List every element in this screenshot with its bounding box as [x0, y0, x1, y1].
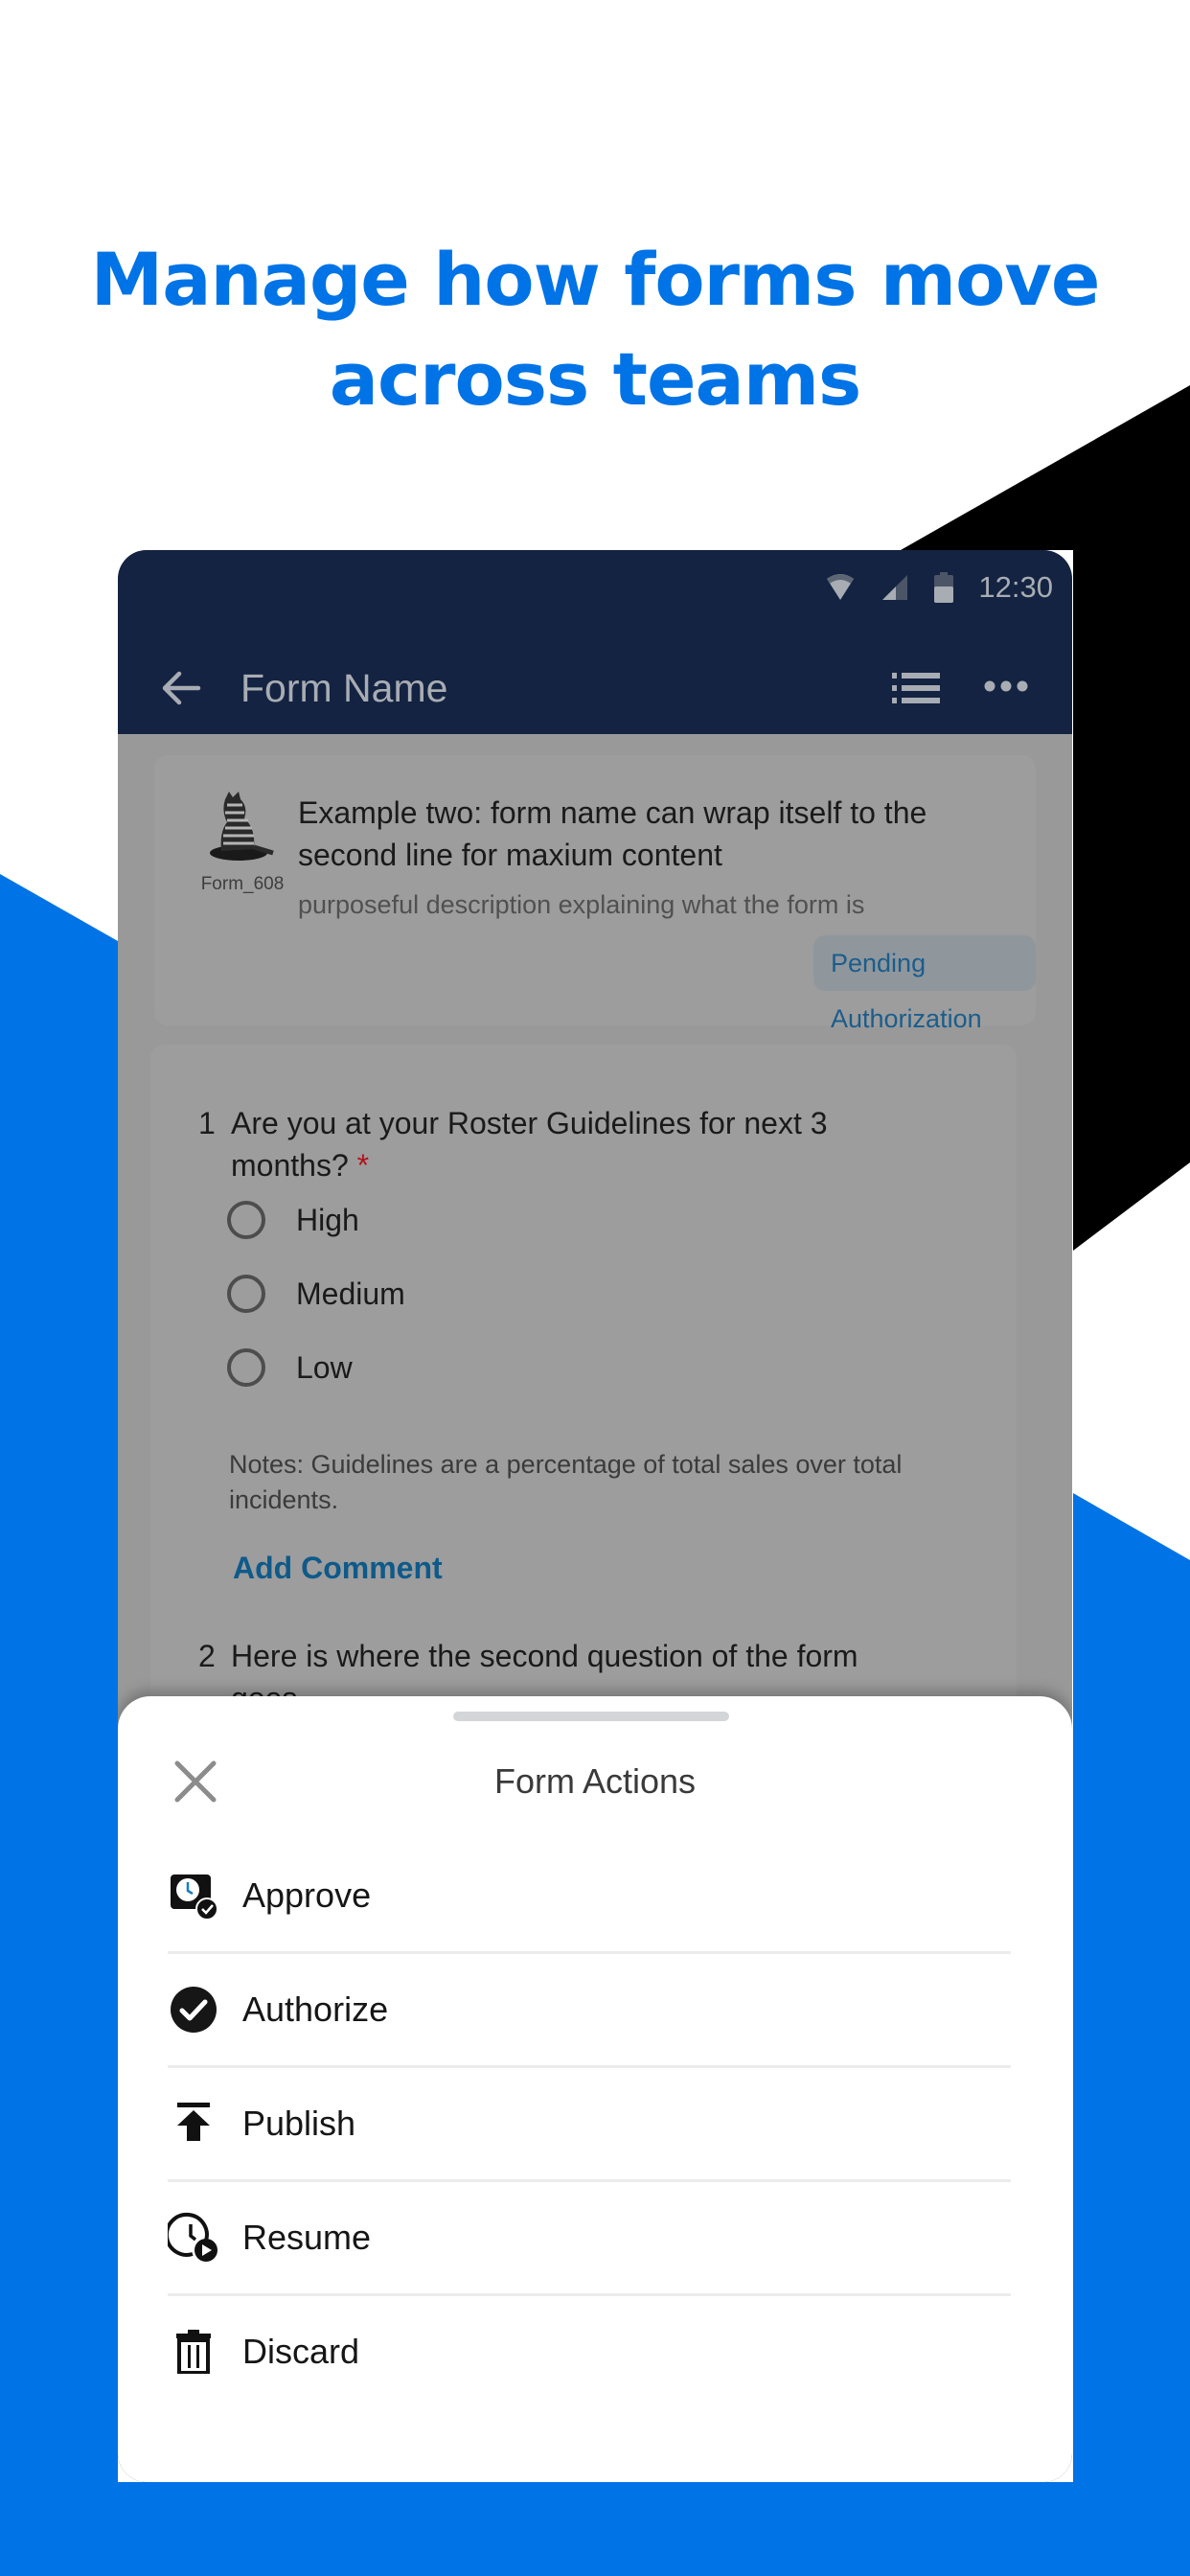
signal-icon [881, 573, 909, 602]
question-number: 2 [198, 1639, 216, 1673]
list-view-button[interactable] [892, 671, 940, 705]
required-marker: * [356, 1148, 370, 1183]
trash-icon [168, 2326, 219, 2378]
more-horizontal-icon [984, 680, 1028, 692]
sheet-title: Form Actions [493, 1761, 697, 1801]
status-time: 12:30 [978, 570, 1053, 604]
action-label: Approve [242, 1875, 372, 1915]
form-actions-sheet: Form Actions Approve Authorize Publish R… [118, 1696, 1072, 2482]
question-number: 1 [198, 1106, 216, 1140]
more-options-button[interactable] [984, 675, 1028, 698]
zebra-image [210, 792, 274, 861]
form-title: Example two: form name can wrap itself t… [298, 795, 927, 872]
headline: Manage how forms move across teams [0, 230, 1190, 429]
arrow-left-icon [162, 671, 201, 705]
form-avatar [204, 790, 281, 866]
action-approve[interactable]: Approve [168, 1840, 1011, 1954]
actions-list: Approve Authorize Publish Resume Discard [168, 1840, 1011, 2407]
radio-label: Low [296, 1349, 353, 1385]
status-badge: Pending Authorization [813, 935, 1036, 1033]
action-label: Publish [242, 2104, 356, 2143]
page-title: Form Name [240, 666, 448, 710]
radio-button[interactable] [227, 1348, 265, 1387]
status-bar: 12:30 [825, 564, 1053, 611]
form-summary-card[interactable]: Form_608 Example two: form name can wrap… [154, 755, 1036, 1033]
radio-label: Medium [296, 1276, 405, 1311]
radio-option-medium[interactable]: Medium [227, 1270, 405, 1318]
radio-button[interactable] [227, 1201, 265, 1239]
app-bar: 12:30 Form Name [118, 550, 1072, 734]
back-button[interactable] [158, 665, 204, 711]
radio-option-low[interactable]: Low [227, 1344, 353, 1392]
action-label: Resume [242, 2218, 372, 2257]
form-description: purposeful description explaining what t… [298, 890, 865, 919]
list-icon [892, 673, 940, 703]
sheet-drag-handle[interactable] [453, 1712, 729, 1721]
blue-left-shape [0, 874, 118, 2576]
action-resume[interactable]: Resume [168, 2182, 1011, 2296]
publish-arrow-up-icon [168, 2098, 219, 2150]
blue-bottom-band [0, 2482, 1190, 2576]
battery-icon [934, 572, 954, 603]
approve-clock-check-icon [168, 1870, 219, 1921]
clock-play-icon [168, 2212, 219, 2264]
question-text: Are you at your Roster Guidelines for ne… [231, 1102, 902, 1186]
headline-line-2: across teams [329, 336, 862, 422]
check-circle-icon [168, 1984, 219, 2036]
toolbar: Form Name [118, 642, 1072, 734]
question-notes: Notes: Guidelines are a percentage of to… [229, 1450, 903, 1514]
action-discard[interactable]: Discard [168, 2296, 1011, 2407]
headline-line-1: Manage how forms move [90, 237, 1101, 322]
phone-screen: 12:30 Form Name Form_608 Example two: fo… [118, 550, 1072, 2482]
radio-label: High [296, 1202, 359, 1237]
action-label: Authorize [242, 1990, 389, 2029]
action-authorize[interactable]: Authorize [168, 1954, 1011, 2068]
add-comment-link[interactable]: Add Comment [233, 1551, 443, 1586]
wifi-icon [825, 573, 856, 602]
blue-right-shape [1073, 1493, 1190, 2576]
action-publish[interactable]: Publish [168, 2068, 1011, 2182]
form-id: Form_608 [200, 874, 285, 894]
radio-option-high[interactable]: High [227, 1196, 359, 1244]
radio-button[interactable] [227, 1275, 265, 1313]
action-label: Discard [242, 2332, 360, 2371]
question-label: Are you at your Roster Guidelines for ne… [231, 1106, 828, 1183]
